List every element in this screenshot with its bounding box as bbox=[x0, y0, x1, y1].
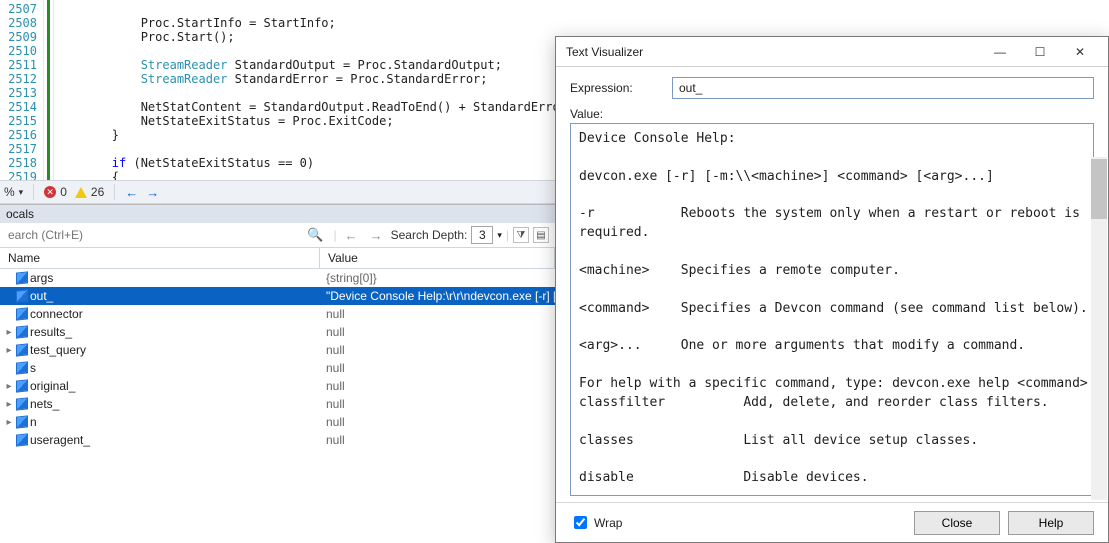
variable-value: "Device Console Help:\r\r\ndevcon.exe [-… bbox=[320, 289, 555, 303]
dialog-footer: Wrap Close Help bbox=[556, 502, 1108, 542]
variable-icon bbox=[16, 361, 28, 374]
maximize-button[interactable]: ☐ bbox=[1020, 41, 1060, 63]
locals-header-name[interactable]: Name bbox=[0, 248, 320, 268]
change-marker-bar bbox=[44, 0, 54, 180]
variable-value: {string[0]} bbox=[320, 271, 555, 285]
filter-icon[interactable]: ⧩ bbox=[513, 227, 529, 243]
locals-header-value[interactable]: Value bbox=[320, 248, 555, 268]
variable-name: out_ bbox=[30, 289, 53, 303]
minimize-button[interactable]: — bbox=[980, 41, 1020, 63]
variable-name: results_ bbox=[30, 325, 72, 339]
help-button[interactable]: Help bbox=[1008, 511, 1094, 535]
variable-value: null bbox=[320, 433, 555, 447]
variable-icon bbox=[16, 343, 28, 356]
warning-icon bbox=[75, 187, 87, 198]
value-label: Value: bbox=[570, 107, 1094, 121]
search-depth-input[interactable]: 3 bbox=[471, 226, 493, 244]
error-icon: ✕ bbox=[44, 186, 56, 198]
locals-rows[interactable]: args {string[0]} out_ "Device Console Help:… bbox=[0, 269, 555, 543]
locals-header: Name Value bbox=[0, 248, 555, 269]
line-gutter: 2507250825092510251125122513251425152516… bbox=[0, 0, 44, 180]
locals-panel: ocals 🔍 | ← → Search Depth: 3 ▾ | ⧩ ▤ Na… bbox=[0, 204, 555, 543]
zoom-percent-label: % bbox=[4, 185, 15, 199]
code-area[interactable]: Proc.StartInfo = StartInfo; Proc.Start()… bbox=[54, 0, 555, 180]
search-icon[interactable]: 🔍 bbox=[301, 227, 329, 243]
error-count[interactable]: ✕ 0 bbox=[40, 185, 71, 199]
expander-icon[interactable]: ▸ bbox=[4, 345, 14, 356]
locals-row[interactable]: useragent_ null bbox=[0, 431, 555, 449]
value-textbox[interactable]: Device Console Help: devcon.exe [-r] [-m… bbox=[570, 123, 1094, 496]
locals-row[interactable]: ▸ original_ null bbox=[0, 377, 555, 395]
expression-input[interactable]: out_ bbox=[672, 77, 1094, 99]
variable-icon bbox=[16, 289, 28, 302]
variable-value: null bbox=[320, 397, 555, 411]
code-editor[interactable]: 2507250825092510251125122513251425152516… bbox=[0, 0, 555, 180]
variable-name: nets_ bbox=[30, 397, 59, 411]
variable-value: null bbox=[320, 379, 555, 393]
locals-row[interactable]: s null bbox=[0, 359, 555, 377]
variable-icon bbox=[16, 307, 28, 320]
locals-row[interactable]: args {string[0]} bbox=[0, 269, 555, 287]
variable-value: null bbox=[320, 343, 555, 357]
locals-title: ocals bbox=[0, 205, 555, 223]
variable-value: null bbox=[320, 307, 555, 321]
locals-row[interactable]: out_ "Device Console Help:\r\r\ndevcon.ex… bbox=[0, 287, 555, 305]
search-back-button[interactable]: ← bbox=[341, 228, 362, 243]
wrap-checkbox-input[interactable] bbox=[574, 516, 587, 529]
variable-name: connector bbox=[30, 307, 83, 321]
warning-count[interactable]: 26 bbox=[71, 185, 108, 199]
variable-icon bbox=[16, 397, 28, 410]
text-visualizer-dialog: Text Visualizer — ☐ ✕ Expression: out_ V… bbox=[555, 36, 1109, 543]
variable-value: null bbox=[320, 361, 555, 375]
variable-name: useragent_ bbox=[30, 433, 90, 447]
wrap-label: Wrap bbox=[594, 516, 622, 530]
locals-toolbar: 🔍 | ← → Search Depth: 3 ▾ | ⧩ ▤ bbox=[0, 223, 555, 248]
locals-row[interactable]: ▸ test_query null bbox=[0, 341, 555, 359]
variable-icon bbox=[16, 415, 28, 428]
expander-icon[interactable]: ▸ bbox=[4, 417, 14, 428]
search-forward-button[interactable]: → bbox=[366, 228, 387, 243]
variable-name: test_query bbox=[30, 343, 86, 357]
search-depth-label: Search Depth: bbox=[391, 228, 468, 242]
variable-name: n bbox=[30, 415, 37, 429]
locals-search-input[interactable] bbox=[6, 227, 297, 243]
close-icon[interactable]: ✕ bbox=[1060, 41, 1100, 63]
wrap-checkbox[interactable]: Wrap bbox=[570, 513, 622, 532]
expander-icon[interactable]: ▸ bbox=[4, 381, 14, 392]
variable-icon bbox=[16, 379, 28, 392]
editor-status-bar: % ▾ ✕ 0 26 ← → bbox=[0, 180, 555, 204]
columns-icon[interactable]: ▤ bbox=[533, 227, 549, 243]
dialog-title: Text Visualizer bbox=[566, 45, 980, 59]
locals-row[interactable]: ▸ results_ null bbox=[0, 323, 555, 341]
nav-forward-button[interactable]: → bbox=[142, 185, 163, 200]
dialog-scrollbar[interactable] bbox=[1091, 157, 1107, 500]
zoom-indicator[interactable]: % ▾ bbox=[0, 185, 27, 199]
variable-name: original_ bbox=[30, 379, 75, 393]
expander-icon[interactable]: ▸ bbox=[4, 327, 14, 338]
nav-back-button[interactable]: ← bbox=[121, 185, 142, 200]
variable-icon bbox=[16, 325, 28, 338]
close-button[interactable]: Close bbox=[914, 511, 1000, 535]
expression-label: Expression: bbox=[570, 81, 660, 95]
variable-name: s bbox=[30, 361, 36, 375]
variable-name: args bbox=[30, 271, 53, 285]
locals-row[interactable]: ▸ n null bbox=[0, 413, 555, 431]
variable-icon bbox=[16, 433, 28, 446]
variable-value: null bbox=[320, 325, 555, 339]
locals-row[interactable]: connector null bbox=[0, 305, 555, 323]
expander-icon[interactable]: ▸ bbox=[4, 399, 14, 410]
dialog-titlebar[interactable]: Text Visualizer — ☐ ✕ bbox=[556, 37, 1108, 67]
variable-value: null bbox=[320, 415, 555, 429]
locals-row[interactable]: ▸ nets_ null bbox=[0, 395, 555, 413]
variable-icon bbox=[16, 271, 28, 284]
